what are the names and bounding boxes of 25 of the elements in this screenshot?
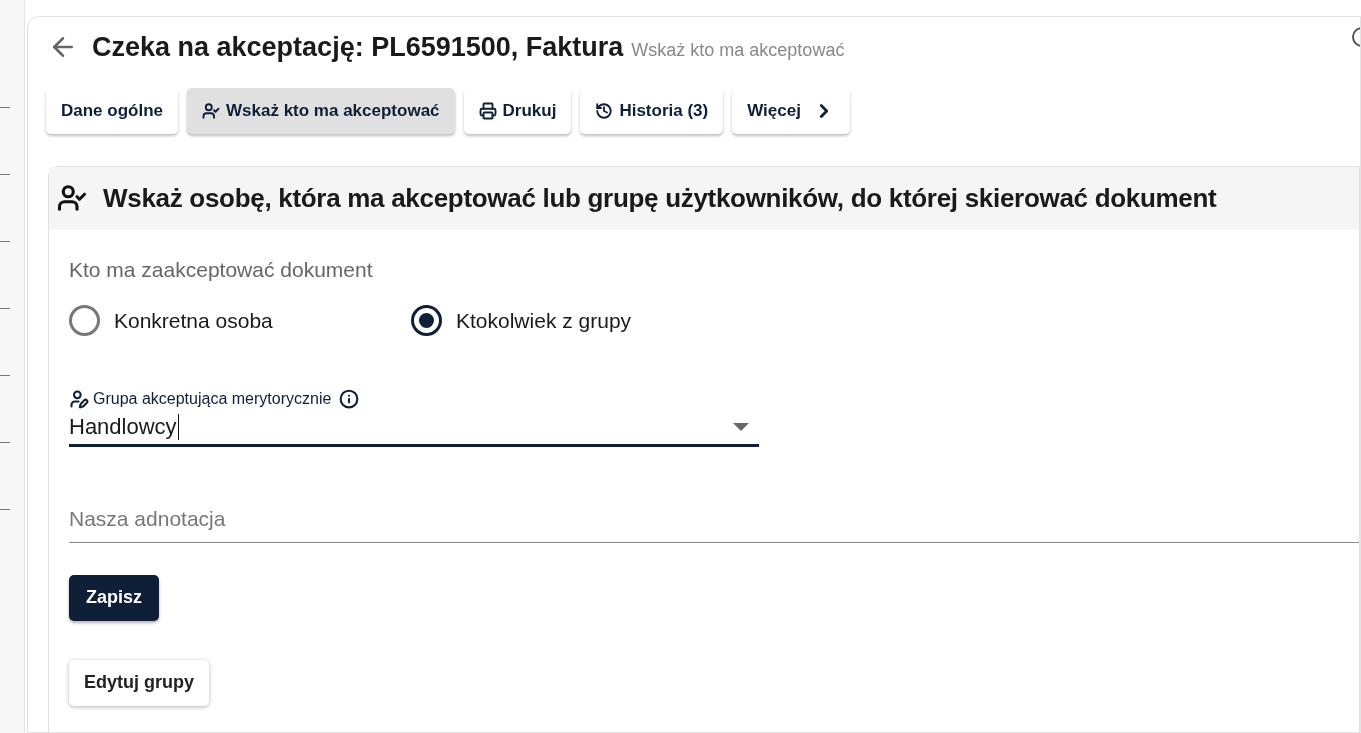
person-edit-icon (69, 388, 89, 409)
dropdown-caret-icon (733, 423, 749, 431)
info-icon (339, 388, 360, 409)
tab[interactable]: Więcej (732, 87, 850, 134)
printer-icon (478, 101, 497, 120)
person-check-icon (202, 101, 220, 120)
tab[interactable]: Wskaż kto ma akceptować (187, 87, 455, 134)
page-subtitle: Wskaż kto ma akceptować (631, 39, 845, 62)
radio-button[interactable] (411, 305, 442, 337)
person-check-icon (57, 183, 87, 213)
panel-heading: Wskaż osobę, która ma akceptować lub grupę użytkowników, do której skierować dokument (103, 181, 1217, 215)
tab[interactable]: Historia (3) (580, 87, 724, 134)
group-select[interactable]: Handlowcy (69, 410, 759, 447)
question-label: Kto ma zaakceptować dokument (69, 256, 374, 283)
tab[interactable]: Drukuj (463, 87, 572, 134)
save-button[interactable]: Zapisz (69, 574, 159, 621)
edit-groups-button[interactable]: Edytuj grupy (69, 659, 209, 706)
annotation-field[interactable]: Nasza adnotacja (69, 496, 1359, 543)
radio-option[interactable]: Ktokolwiek z grupy (411, 305, 632, 337)
page-title: Czeka na akceptację: PL6591500, Faktura (92, 31, 624, 64)
radio-button[interactable] (69, 305, 100, 337)
radio-option[interactable]: Konkretna osoba (69, 305, 411, 337)
field-label: Grupa akceptująca merytorycznie (93, 388, 332, 409)
tab[interactable]: Dane ogólne (46, 87, 178, 134)
history-icon (595, 101, 614, 120)
